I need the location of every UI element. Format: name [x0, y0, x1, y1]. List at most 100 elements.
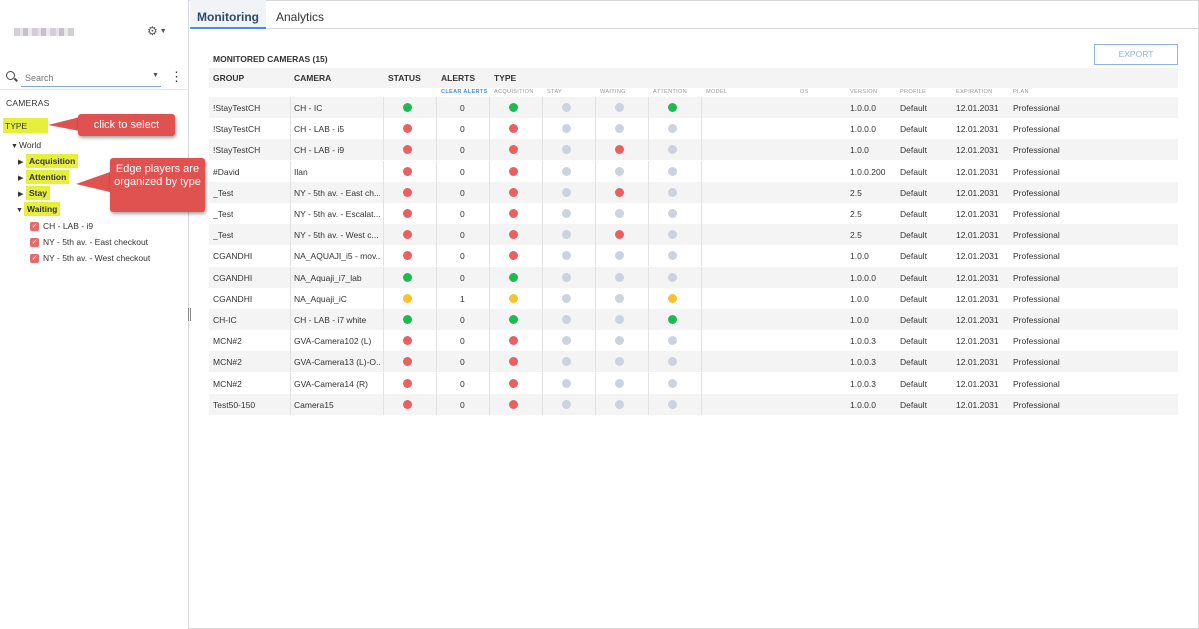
column-divider — [436, 181, 437, 203]
column-divider — [542, 118, 543, 140]
table-row[interactable]: CH-IC CH - LAB - i7 white 0 1.0.0 Default 12.… — [209, 309, 1178, 330]
column-divider — [648, 203, 649, 224]
settings-menu[interactable]: ⚙ ▼ — [147, 24, 167, 38]
cell-profile: Default — [900, 166, 927, 177]
column-divider — [436, 97, 437, 118]
cell-version: 2.5 — [850, 230, 862, 241]
caret-right-icon[interactable]: ▶ — [18, 174, 26, 182]
table-row[interactable]: CGANDHI NA_AQUAJI_i5 - mov... 0 1.0.0 Defaul… — [209, 245, 1178, 267]
stay-dot — [562, 187, 571, 197]
cell-version: 1.0.0.3 — [850, 357, 876, 368]
table-row[interactable]: CGANDHI NA_Aquaji_iC 1 1.0.0 Default 12.01.20… — [209, 287, 1178, 309]
tab-analytics[interactable]: Analytics — [276, 0, 336, 29]
checkbox-checked-icon[interactable]: ✓ — [30, 254, 39, 264]
checkbox-checked-icon[interactable]: ✓ — [30, 238, 39, 248]
tab-monitoring[interactable]: Monitoring — [190, 0, 266, 29]
tree-item-camera[interactable]: ✓ CH - LAB - i9 — [30, 221, 93, 232]
column-divider — [436, 245, 437, 267]
acquisition-dot — [509, 230, 518, 240]
tree-group-waiting[interactable]: ▼ Waiting — [16, 202, 61, 216]
caret-down-icon[interactable]: ▼ — [11, 143, 19, 150]
export-button[interactable]: EXPORT — [1094, 44, 1178, 65]
attention-dot — [668, 293, 677, 303]
column-divider — [648, 330, 649, 352]
cell-expiration: 12.01.2031 — [956, 378, 999, 389]
header-type[interactable]: TYPE — [494, 73, 516, 83]
subheader-acquisition: ACQUISITION — [494, 89, 534, 95]
column-divider — [489, 309, 490, 330]
tree-group-stay[interactable]: ▶ Stay — [18, 186, 50, 200]
header-group[interactable]: GROUP — [213, 73, 244, 83]
column-divider — [595, 160, 596, 182]
acquisition-dot — [509, 251, 518, 261]
search-input[interactable] — [21, 69, 161, 87]
attention-dot — [668, 166, 677, 176]
stay-dot — [562, 103, 571, 112]
type-filter[interactable]: TYPE — [3, 118, 48, 133]
table-row[interactable]: MCN#2 GVA-Camera14 (R) 0 1.0.0.3 Default 12.0… — [209, 372, 1178, 394]
cell-profile: Default — [900, 124, 927, 135]
caret-down-icon[interactable]: ▼ — [16, 207, 24, 214]
acquisition-dot — [509, 378, 518, 388]
status-dot — [403, 399, 412, 409]
column-divider — [542, 97, 543, 118]
column-divider — [648, 266, 649, 288]
caret-right-icon[interactable]: ▶ — [18, 190, 26, 198]
column-divider — [290, 309, 291, 330]
clear-alerts-link[interactable]: CLEAR ALERTS — [441, 89, 488, 95]
column-divider — [595, 224, 596, 246]
column-divider — [542, 351, 543, 373]
header-camera[interactable]: CAMERA — [294, 73, 331, 83]
cell-plan: Professional — [1013, 145, 1060, 156]
table-row[interactable]: Test50-150 Camera15 0 1.0.0.0 Default 12.01.2… — [209, 393, 1178, 415]
column-divider — [290, 266, 291, 288]
column-divider — [595, 393, 596, 415]
table-row[interactable]: !StayTestCH CH - LAB - i5 0 1.0.0.0 Default 1… — [209, 118, 1178, 140]
tree-item-camera[interactable]: ✓ NY - 5th av. - East checkout — [30, 237, 148, 248]
header-status[interactable]: STATUS — [388, 73, 421, 83]
cell-group: MCN#2 — [213, 357, 242, 368]
callout-organized-by-type: Edge players are organized by type — [110, 158, 205, 212]
column-divider — [701, 160, 702, 182]
column-divider — [595, 139, 596, 161]
column-divider — [542, 181, 543, 203]
cell-camera: GVA-Camera13 (L)-O... — [294, 357, 380, 368]
tree-item-camera[interactable]: ✓ NY - 5th av. - West checkout — [30, 253, 150, 264]
table-row[interactable]: _Test NY - 5th av. - East ch... 0 2.5 Defaul… — [209, 181, 1178, 203]
cell-expiration: 12.01.2031 — [956, 124, 999, 135]
attention-dot — [668, 230, 677, 240]
column-divider — [648, 181, 649, 203]
table-row[interactable]: _Test NY - 5th av. - Escalat... 0 2.5 Defaul… — [209, 203, 1178, 224]
gear-icon[interactable]: ⚙ — [147, 24, 158, 38]
checkbox-checked-icon[interactable]: ✓ — [30, 222, 39, 232]
column-divider — [436, 351, 437, 373]
header-alerts[interactable]: ALERTS — [441, 73, 475, 83]
column-divider — [489, 330, 490, 352]
cameras-label: CAMERAS — [6, 98, 50, 108]
acquisition-dot — [509, 209, 518, 218]
table-row[interactable]: MCN#2 GVA-Camera13 (L)-O... 0 1.0.0.3 Defaul… — [209, 351, 1178, 373]
column-divider — [290, 245, 291, 267]
table-row[interactable]: #David Ilan 0 1.0.0.200 Default 12.01.2031 Pro… — [209, 160, 1178, 182]
table-row[interactable]: MCN#2 GVA-Camera102 (L) 0 1.0.0.3 Default 12.… — [209, 330, 1178, 352]
callout-arrow-select — [48, 117, 80, 131]
chevron-down-icon[interactable]: ▼ — [152, 72, 159, 79]
column-divider — [383, 309, 384, 330]
column-divider — [595, 330, 596, 352]
table-row[interactable]: !StayTestCH CH - IC 0 1.0.0.0 Default 12.01.2… — [209, 97, 1178, 118]
caret-right-icon[interactable]: ▶ — [18, 158, 26, 166]
tree-root-world[interactable]: ▼World — [11, 140, 41, 150]
column-divider — [542, 139, 543, 161]
stay-dot — [562, 293, 571, 303]
table-row[interactable]: CGANDHI NA_Aquaji_i7_lab 0 1.0.0.0 Default 12… — [209, 266, 1178, 288]
cell-alerts: 0 — [460, 145, 465, 156]
cell-alerts: 0 — [460, 336, 465, 347]
cell-plan: Professional — [1013, 378, 1060, 389]
table-row[interactable]: !StayTestCH CH - LAB - i9 0 1.0.0 Default 12.… — [209, 139, 1178, 161]
subheader-model: MODEL — [706, 89, 728, 95]
column-divider — [648, 245, 649, 267]
sidebar-resize-handle[interactable] — [188, 308, 191, 321]
more-options-icon[interactable]: ⋮ — [170, 70, 183, 83]
table-row[interactable]: _Test NY - 5th av. - West c... 0 2.5 Default… — [209, 224, 1178, 246]
logo — [14, 28, 74, 36]
